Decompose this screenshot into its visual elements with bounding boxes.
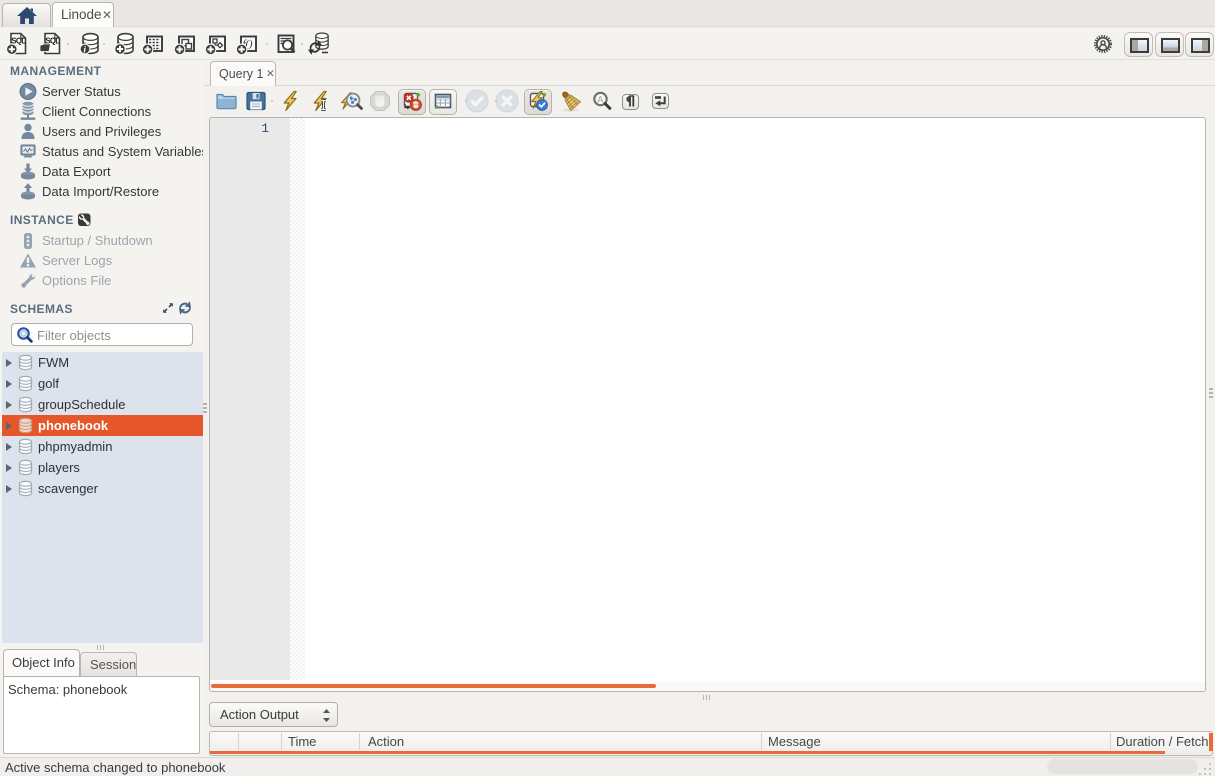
svg-text:i: i bbox=[83, 45, 86, 55]
svg-text:A: A bbox=[597, 94, 603, 104]
